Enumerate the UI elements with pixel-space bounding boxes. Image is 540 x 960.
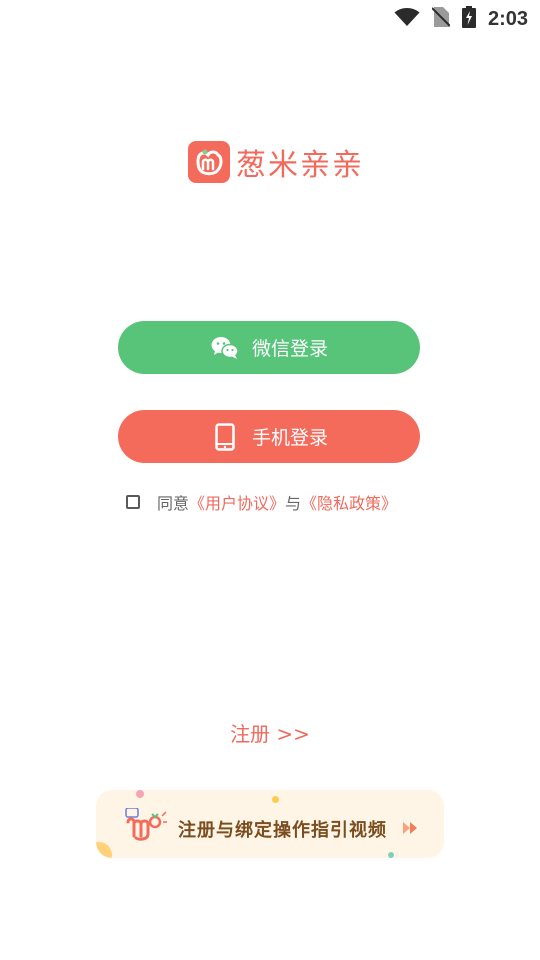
phone-login-label: 手机登录 bbox=[251, 427, 328, 449]
agreement-row: 同意 《用户协议》 与 《隐私政策》 bbox=[126, 490, 397, 514]
agreement-prefix: 同意 bbox=[157, 494, 190, 513]
agreement-checkbox[interactable] bbox=[126, 495, 140, 509]
wechat-login-button[interactable]: 微信登录 bbox=[118, 321, 420, 374]
phone-icon bbox=[210, 422, 240, 452]
decor-dot bbox=[96, 842, 112, 858]
privacy-policy-link[interactable]: 《隐私政策》 bbox=[301, 490, 397, 514]
register-link[interactable]: 注册 >> bbox=[0, 718, 540, 747]
guide-video-banner[interactable]: 注册与绑定操作指引视频 bbox=[96, 790, 444, 858]
wifi-icon bbox=[394, 7, 420, 31]
app-logo: 葱米亲亲 bbox=[188, 140, 364, 184]
battery-charging-icon bbox=[461, 6, 476, 32]
play-forward-icon bbox=[402, 820, 420, 839]
no-sim-icon bbox=[431, 6, 451, 32]
guide-logo-icon bbox=[124, 807, 168, 846]
decor-dot bbox=[388, 852, 394, 858]
decor-dot bbox=[136, 790, 144, 798]
decor-dot bbox=[272, 796, 279, 803]
app-logo-icon bbox=[188, 141, 230, 183]
status-bar: 2:03 bbox=[0, 0, 540, 36]
app-logo-text: 葱米亲亲 bbox=[236, 148, 364, 183]
guide-video-label: 注册与绑定操作指引视频 bbox=[178, 820, 387, 841]
status-icons: 2:03 bbox=[394, 6, 528, 32]
wechat-icon bbox=[210, 333, 240, 363]
wechat-login-label: 微信登录 bbox=[251, 338, 328, 360]
agreement-connector: 与 bbox=[285, 494, 302, 513]
status-time: 2:03 bbox=[487, 7, 528, 30]
user-agreement-link[interactable]: 《用户协议》 bbox=[189, 490, 285, 514]
phone-login-button[interactable]: 手机登录 bbox=[118, 410, 420, 463]
